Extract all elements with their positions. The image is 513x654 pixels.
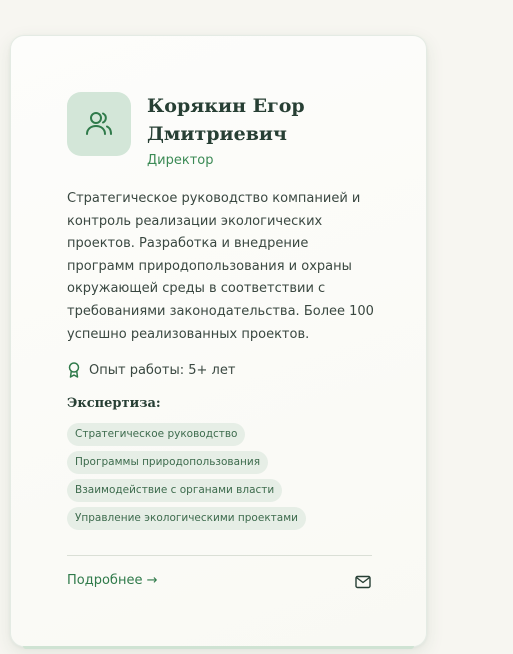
users-icon	[86, 112, 112, 135]
more-link[interactable]: Подробнее →	[67, 573, 157, 588]
expertise-tag: Стратегическое руководство	[67, 423, 246, 446]
expertise-tag: Программы природопользования	[67, 451, 269, 474]
mail-button[interactable]	[354, 573, 372, 591]
team-member-card: Корякин Егор Дмитриевич Директор Стратег…	[10, 35, 427, 649]
experience: Опыт работы: 5+ лет	[67, 362, 235, 378]
avatar	[67, 92, 131, 156]
expertise-tag: Управление экологическими проектами	[67, 507, 306, 530]
person-name: Корякин Егор Дмитриевич	[147, 95, 305, 145]
expertise-title: Экспертиза:	[67, 396, 161, 411]
mail-icon	[355, 575, 371, 589]
award-icon	[68, 362, 80, 378]
person-role: Директор	[147, 153, 214, 168]
card-bottom-accent	[23, 646, 414, 649]
expertise-tag: Взаимодействие с органами власти	[67, 479, 283, 502]
person-description: Стратегическое руководство компанией и к…	[67, 191, 374, 342]
divider	[67, 555, 372, 556]
experience-text: Опыт работы: 5+ лет	[89, 362, 236, 378]
expertise-tags: Стратегическое руководство Программы при…	[67, 423, 306, 530]
